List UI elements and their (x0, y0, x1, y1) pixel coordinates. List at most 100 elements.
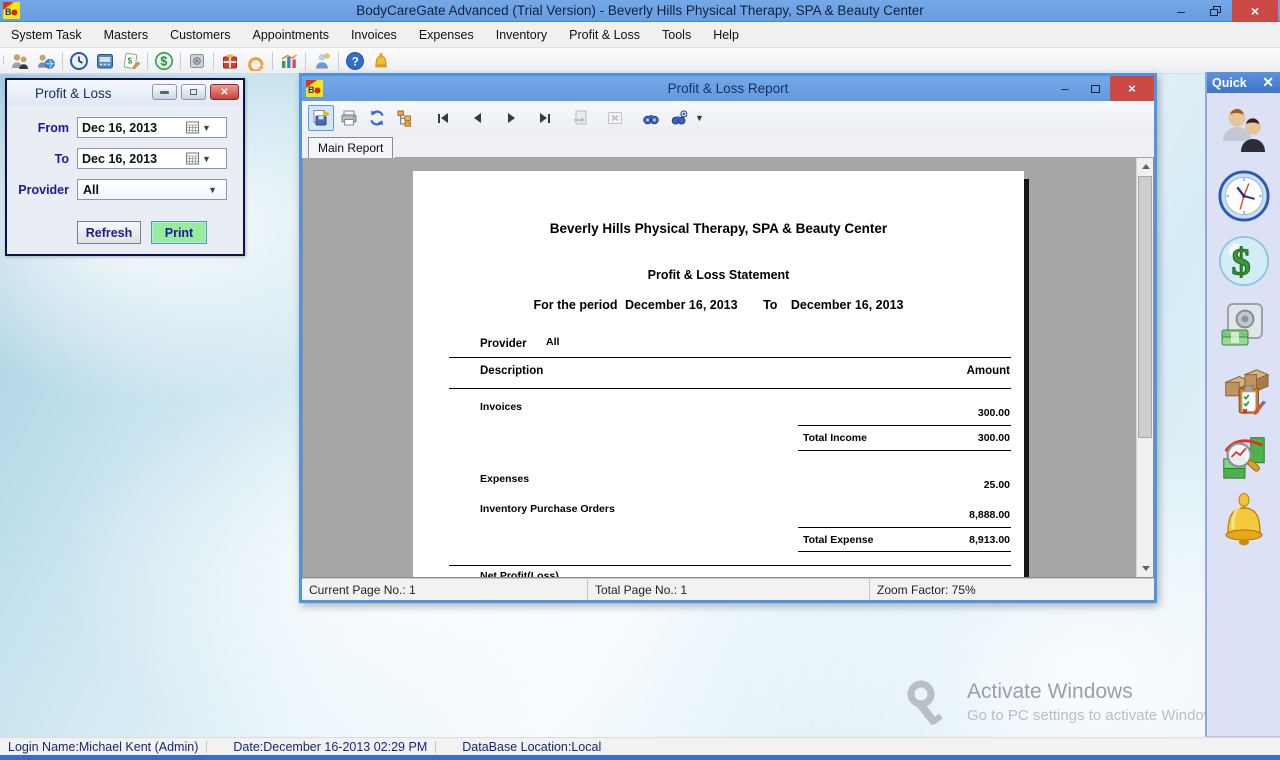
report-vertical-scrollbar[interactable] (1136, 158, 1153, 577)
refresh-icon[interactable] (364, 105, 390, 131)
svg-text:$: $ (160, 54, 167, 68)
menu-help[interactable]: Help (702, 28, 750, 42)
quick-reminders-bell-icon[interactable] (1218, 495, 1270, 547)
help-icon[interactable]: ? (342, 50, 368, 72)
rule (449, 388, 1011, 389)
toolbar-separator (272, 52, 273, 70)
last-page-icon[interactable] (532, 105, 558, 131)
rule (449, 357, 1011, 358)
page-shadow (1024, 179, 1029, 578)
quick-expenses-safe-icon[interactable] (1218, 300, 1270, 352)
row-label: Expenses (480, 473, 529, 485)
toolbar-separator (147, 52, 148, 70)
previous-page-icon[interactable] (464, 105, 490, 131)
expenses-safe-icon[interactable] (184, 50, 210, 72)
quick-panel-header: Quick ✕ (1207, 72, 1280, 93)
export-icon[interactable] (308, 105, 334, 131)
menu-system-task[interactable]: System Task (0, 28, 93, 42)
undo-arrow-icon[interactable] (243, 50, 269, 72)
backup-user-icon[interactable] (309, 50, 335, 72)
payments-dollar-icon[interactable]: $ (151, 50, 177, 72)
menu-customers[interactable]: Customers (159, 28, 241, 42)
tab-main-report[interactable]: Main Report (308, 137, 393, 158)
first-page-icon[interactable] (430, 105, 456, 131)
toolbar-separator (180, 52, 181, 70)
dialog-maximize-button[interactable] (181, 84, 206, 100)
report-close-button[interactable]: × (1110, 76, 1154, 101)
scroll-up-icon[interactable] (1137, 158, 1154, 175)
close-view-icon[interactable] (602, 105, 628, 131)
minimize-button[interactable]: – (1164, 0, 1198, 22)
report-tab-strip: Main Report (302, 135, 1154, 158)
print-button[interactable]: Print (151, 221, 207, 244)
scrollbar-thumb[interactable] (1138, 176, 1152, 438)
window-bottom-edge (0, 755, 1280, 760)
find-icon[interactable] (638, 105, 664, 131)
calendar-picker-icon[interactable] (186, 121, 199, 134)
close-button[interactable]: × (1232, 0, 1278, 22)
quick-panel-close-icon[interactable]: ✕ (1262, 74, 1274, 91)
refresh-button[interactable]: Refresh (77, 221, 141, 244)
inventory-gift-icon[interactable] (217, 50, 243, 72)
menu-bar: System Task Masters Customers Appointmen… (0, 22, 1280, 48)
row-label: Inventory Purchase Orders (480, 503, 615, 515)
goto-page-icon[interactable] (568, 105, 594, 131)
group-tree-icon[interactable] (392, 105, 418, 131)
dialog-minimize-button[interactable] (152, 84, 177, 100)
menu-tools[interactable]: Tools (651, 28, 702, 42)
report-provider-label: Provider (480, 338, 527, 350)
restore-button[interactable] (1198, 0, 1232, 22)
quick-profit-loss-analysis-icon[interactable] (1218, 430, 1270, 482)
main-toolbar: ⁞ $ $ (0, 48, 1280, 74)
total-label: Total Expense (803, 534, 873, 546)
quick-panel-title: Quick (1212, 76, 1247, 90)
next-page-icon[interactable] (498, 105, 524, 131)
zoom-icon[interactable] (666, 105, 692, 131)
menu-expenses[interactable]: Expenses (408, 28, 485, 42)
report-view-area: Beverly Hills Physical Therapy, SPA & Be… (302, 158, 1154, 578)
quick-appointments-clock-icon[interactable] (1218, 170, 1270, 222)
title-bar: Bo BodyCareGate Advanced (Trial Version)… (0, 0, 1280, 22)
from-date-input[interactable] (78, 121, 186, 135)
scroll-down-icon[interactable] (1137, 560, 1154, 577)
quick-customers-icon[interactable] (1218, 105, 1270, 157)
menu-appointments[interactable]: Appointments (242, 28, 340, 42)
report-maximize-button[interactable] (1080, 76, 1110, 101)
reports-chart-icon[interactable] (276, 50, 302, 72)
to-date-dropdown-icon[interactable]: ▼ (202, 154, 211, 164)
toolbar-separator (213, 52, 214, 70)
activate-windows-watermark: Activate Windows Go to PC settings to ac… (905, 680, 1226, 730)
report-window: Bo Profit & Loss Report – × (299, 73, 1157, 603)
quick-payments-dollar-icon[interactable]: $ (1218, 235, 1270, 287)
menu-invoices[interactable]: Invoices (340, 28, 408, 42)
watermark-title: Activate Windows (967, 680, 1226, 704)
masters-icon[interactable] (33, 50, 59, 72)
dialog-close-button[interactable]: ✕ (210, 84, 239, 100)
report-minimize-button[interactable]: – (1050, 76, 1080, 101)
from-date-field[interactable]: ▼ (77, 117, 227, 138)
rule (449, 565, 1011, 566)
zoom-dropdown-icon[interactable]: ▼ (695, 113, 704, 123)
row-label: Invoices (480, 401, 522, 413)
to-date-field[interactable]: ▼ (77, 148, 227, 169)
app-status-bar: Login Name:Michael Kent (Admin) Date:Dec… (0, 737, 1280, 755)
calendar-icon[interactable] (92, 50, 118, 72)
workspace: Activate Windows Go to PC settings to ac… (0, 74, 1280, 737)
menu-inventory[interactable]: Inventory (485, 28, 558, 42)
appointments-clock-icon[interactable] (66, 50, 92, 72)
customers-icon[interactable] (7, 50, 33, 72)
toolbar-separator (62, 52, 63, 70)
print-icon[interactable] (336, 105, 362, 131)
total-amount: 300.00 (978, 432, 1010, 444)
reminder-bell-icon[interactable] (368, 50, 394, 72)
provider-select[interactable]: All ▼ (77, 179, 227, 200)
from-date-dropdown-icon[interactable]: ▼ (202, 123, 211, 133)
quick-inventory-boxes-icon[interactable] (1218, 365, 1270, 417)
menu-masters[interactable]: Masters (93, 28, 159, 42)
to-date-input[interactable] (78, 152, 186, 166)
total-label: Total Income (803, 432, 867, 444)
report-period-line: For the period December 16, 2013 To Dece… (413, 298, 1024, 312)
invoice-icon[interactable]: $ (118, 50, 144, 72)
calendar-picker-icon[interactable] (186, 152, 199, 165)
menu-profit-loss[interactable]: Profit & Loss (558, 28, 651, 42)
